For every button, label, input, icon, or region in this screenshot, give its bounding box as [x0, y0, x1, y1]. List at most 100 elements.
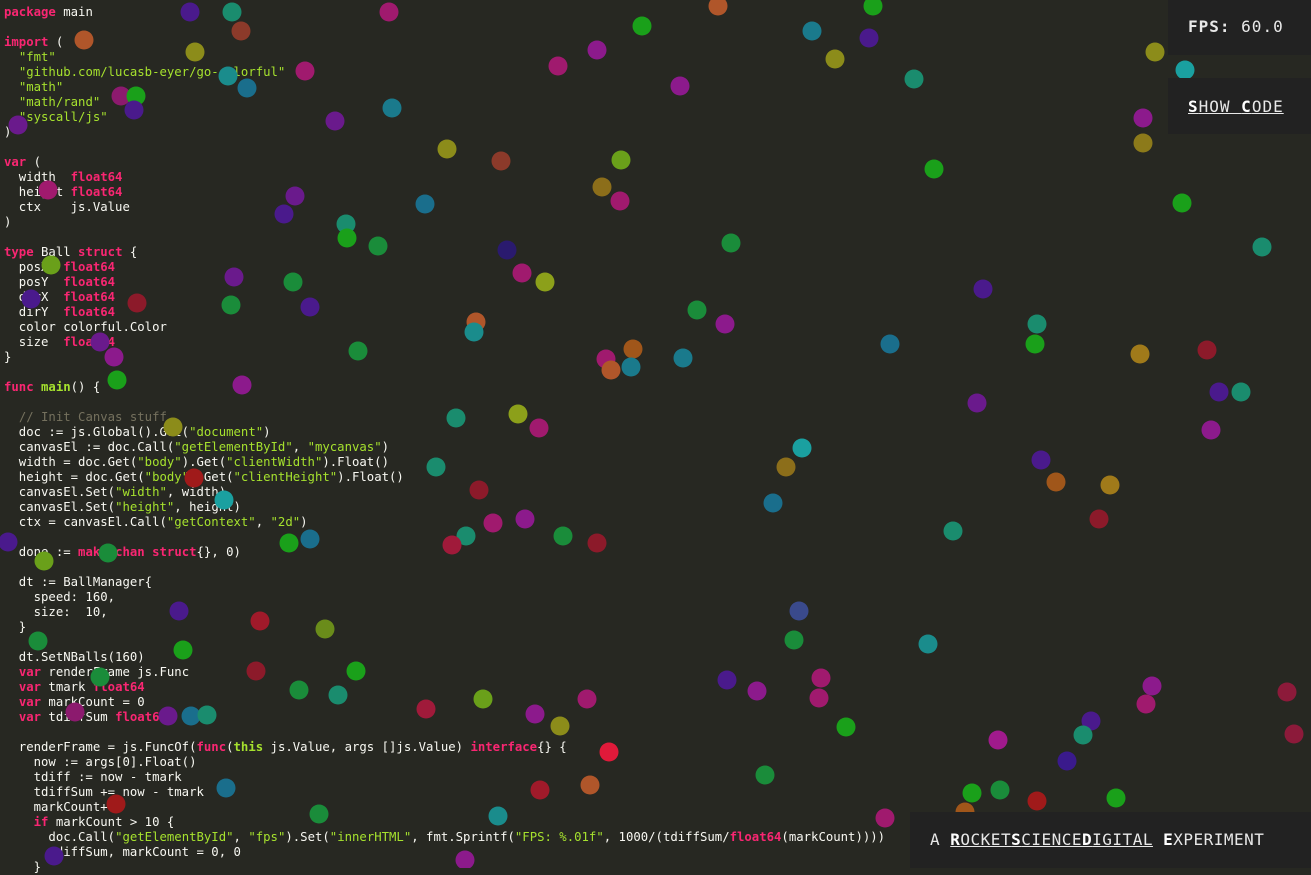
ball: [670, 76, 690, 96]
show-code-initial: S: [1188, 97, 1199, 116]
ball: [295, 61, 315, 81]
ball: [550, 716, 570, 736]
ball: [285, 186, 305, 206]
ball: [784, 630, 804, 650]
ball: [104, 347, 124, 367]
ball: [1130, 344, 1150, 364]
ball: [515, 509, 535, 529]
ball: [185, 42, 205, 62]
show-code-rest: HOW: [1198, 97, 1242, 116]
ball: [1025, 334, 1045, 354]
ball: [525, 704, 545, 724]
ball: [426, 457, 446, 477]
ball: [621, 357, 641, 377]
ball: [283, 272, 303, 292]
ball: [1057, 751, 1077, 771]
ball: [577, 689, 597, 709]
footer-ocket: OCKET: [960, 830, 1012, 849]
ball: [216, 778, 236, 798]
ball: [1027, 791, 1047, 811]
ball: [508, 404, 528, 424]
ball: [328, 685, 348, 705]
ball: [776, 457, 796, 477]
ball: [587, 533, 607, 553]
ball: [214, 490, 234, 510]
ball: [300, 529, 320, 549]
ball: [1209, 382, 1229, 402]
ball: [632, 16, 652, 36]
ball: [368, 236, 388, 256]
ball: [34, 551, 54, 571]
ball: [967, 393, 987, 413]
ball: [859, 28, 879, 48]
show-code-initial-2: C: [1241, 97, 1252, 116]
ball: [65, 702, 85, 722]
ball: [1136, 694, 1156, 714]
ball: [488, 806, 508, 826]
ball: [197, 705, 217, 725]
ball: [90, 667, 110, 687]
ball: [1046, 472, 1066, 492]
ball: [1089, 509, 1109, 529]
ball: [880, 334, 900, 354]
ball: [446, 408, 466, 428]
ball: [222, 2, 242, 22]
ball: [348, 341, 368, 361]
ball: [325, 111, 345, 131]
ball: [717, 670, 737, 690]
ball: [836, 717, 856, 737]
ball: [1197, 340, 1217, 360]
show-code-link[interactable]: SHOW CODE: [1188, 97, 1284, 116]
ball: [512, 263, 532, 283]
ball: [1073, 725, 1093, 745]
ball: [74, 30, 94, 50]
ball: [274, 204, 294, 224]
ball: [755, 765, 775, 785]
footer-igital: IGITAL: [1092, 830, 1153, 849]
ball: [530, 780, 550, 800]
ball: [587, 40, 607, 60]
ball: [124, 100, 144, 120]
ball: [337, 228, 357, 248]
footer-prefix: A: [930, 830, 951, 849]
ball: [163, 417, 183, 437]
ball: [90, 332, 110, 352]
ball: [158, 706, 178, 726]
ball: [8, 115, 28, 135]
ball: [442, 535, 462, 555]
ball: [224, 267, 244, 287]
ball: [673, 348, 693, 368]
ball: [107, 370, 127, 390]
ball: [599, 742, 619, 762]
ball: [687, 300, 707, 320]
ball: [601, 360, 621, 380]
ball: [553, 526, 573, 546]
ball: [180, 2, 200, 22]
ball: [169, 601, 189, 621]
ball: [0, 532, 18, 552]
ball: [610, 191, 630, 211]
ball: [437, 139, 457, 159]
footer-s: S: [1011, 830, 1022, 849]
ball: [173, 640, 193, 660]
ball: [379, 2, 399, 22]
footer-xperiment: XPERIMENT: [1173, 830, 1265, 849]
ball: [1145, 42, 1165, 62]
ball: [1142, 676, 1162, 696]
ball: [924, 159, 944, 179]
ball: [279, 533, 299, 553]
ball: [346, 661, 366, 681]
ball: [789, 601, 809, 621]
ball: [708, 0, 728, 16]
ball: [464, 322, 484, 342]
ball: [1201, 420, 1221, 440]
footer-cience: CIENCE: [1021, 830, 1083, 849]
show-code-panel: SHOW CODE: [1168, 78, 1311, 134]
ball: [611, 150, 631, 170]
ball-canvas: [0, 0, 1304, 868]
footer-e: E: [1163, 830, 1174, 849]
ball: [44, 846, 64, 866]
rocket-science-digital-link[interactable]: ROCKETSCIENCEDIGITAL: [950, 830, 1153, 849]
footer-credit: A ROCKETSCIENCEDIGITAL EXPERIMENT: [910, 812, 1311, 868]
ball: [1100, 475, 1120, 495]
